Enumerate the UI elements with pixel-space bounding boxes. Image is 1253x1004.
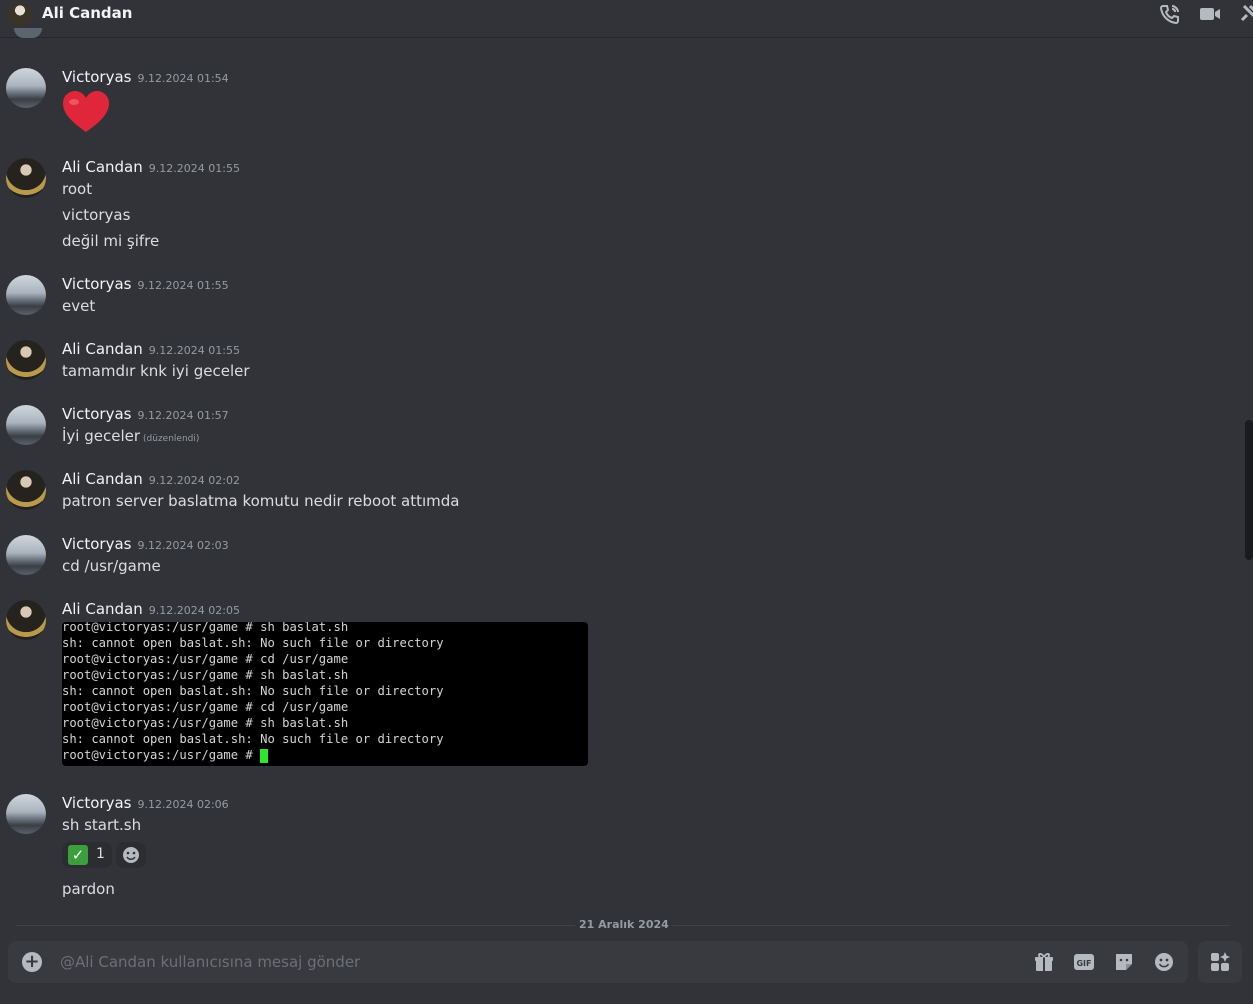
- sticker-icon[interactable]: [1113, 951, 1135, 973]
- message-text: victoryas: [62, 206, 131, 224]
- terminal-line: sh: cannot open baslat.sh: No such file …: [62, 636, 444, 650]
- avatar[interactable]: [6, 158, 46, 198]
- message-text: root: [62, 180, 93, 198]
- red-heart-emoji: [63, 91, 109, 132]
- message-text: değil mi şifre: [62, 232, 160, 250]
- edited-label: (düzenlendi): [143, 434, 200, 444]
- message-author[interactable]: Victoryas 9.12.2024 01:57: [62, 405, 229, 423]
- avatar[interactable]: [6, 340, 46, 380]
- message-timestamp: 9.12.2024 01:55: [148, 162, 240, 175]
- message-timestamp: 9.12.2024 01:57: [137, 409, 229, 422]
- message-author[interactable]: Ali Candan 9.12.2024 02:05: [62, 600, 240, 618]
- emoji-icon[interactable]: [1153, 951, 1175, 973]
- avatar[interactable]: [6, 405, 46, 445]
- svg-text:GIF: GIF: [1076, 959, 1091, 968]
- message-text: cd /usr/game: [62, 557, 161, 575]
- avatar[interactable]: [6, 535, 46, 575]
- avatar[interactable]: [6, 470, 46, 510]
- scrollbar[interactable]: [1245, 420, 1253, 560]
- message-text: pardon: [62, 880, 115, 898]
- terminal-prompt-line: root@victoryas:/usr/game #: [62, 747, 588, 763]
- message-text: sh start.sh: [62, 816, 142, 834]
- terminal-line: sh: cannot open baslat.sh: No such file …: [62, 732, 444, 746]
- message-timestamp: 9.12.2024 02:03: [137, 539, 229, 552]
- terminal-line: root@victoryas:/usr/game # cd /usr/game: [62, 700, 349, 714]
- emoji-icon: [123, 847, 139, 863]
- message-author[interactable]: Victoryas 9.12.2024 01:55: [62, 275, 229, 293]
- avatar[interactable]: [6, 794, 46, 834]
- date-divider-label: 21 Aralık 2024: [575, 918, 673, 931]
- reaction-check[interactable]: ✓ 1: [62, 842, 112, 868]
- message-author[interactable]: Ali Candan 9.12.2024 02:02: [62, 470, 240, 488]
- channel-title[interactable]: Ali Candan: [42, 4, 132, 22]
- terminal-line: root@victoryas:/usr/game # cd /usr/game: [62, 652, 349, 666]
- message-author[interactable]: Victoryas 9.12.2024 02:03: [62, 535, 229, 553]
- terminal-line: sh: cannot open baslat.sh: No such file …: [62, 684, 444, 698]
- message-composer: + @Ali Candan kullanıcısına mesaj gönder…: [8, 941, 1188, 983]
- message-timestamp: 9.12.2024 02:05: [148, 604, 240, 617]
- reaction-count: 1: [96, 846, 105, 862]
- avatar[interactable]: [6, 275, 46, 315]
- message-timestamp: 9.12.2024 01:54: [137, 72, 229, 85]
- header-avatar[interactable]: [8, 2, 32, 26]
- add-reaction-button[interactable]: [116, 842, 146, 868]
- avatar[interactable]: [6, 600, 46, 640]
- terminal-line: root@victoryas:/usr/game # sh baslat.sh: [62, 668, 349, 682]
- apps-button[interactable]: [1198, 941, 1242, 983]
- message-text: evet: [62, 297, 96, 315]
- voice-call-icon[interactable]: [1159, 4, 1181, 24]
- avatar[interactable]: [6, 68, 46, 108]
- gift-icon[interactable]: [1033, 951, 1055, 973]
- channel-header: Ali Candan: [0, 0, 1253, 38]
- white-check-mark-icon: ✓: [68, 845, 88, 865]
- apps-icon: [1211, 952, 1230, 971]
- message-author[interactable]: Ali Candan 9.12.2024 01:55: [62, 158, 240, 176]
- terminal-line: root@victoryas:/usr/game # sh baslat.sh: [62, 622, 349, 634]
- message-author[interactable]: Ali Candan 9.12.2024 01:55: [62, 340, 240, 358]
- message-timestamp: 9.12.2024 02:06: [137, 798, 229, 811]
- upload-plus-button[interactable]: +: [22, 952, 42, 972]
- message-text: tamamdır knk iyi geceler: [62, 362, 250, 380]
- message-text: İyi geceler (düzenlendi): [62, 427, 200, 445]
- terminal-line: root@victoryas:/usr/game # sh baslat.sh: [62, 716, 349, 730]
- video-call-icon[interactable]: [1199, 4, 1221, 24]
- message-author[interactable]: Victoryas 9.12.2024 02:06: [62, 794, 229, 812]
- message-timestamp: 9.12.2024 01:55: [137, 279, 229, 292]
- message-text: patron server baslatma komutu nedir rebo…: [62, 492, 460, 510]
- message-timestamp: 9.12.2024 01:55: [148, 344, 240, 357]
- message-timestamp: 9.12.2024 02:02: [148, 474, 240, 487]
- message-input[interactable]: @Ali Candan kullanıcısına mesaj gönder: [60, 953, 360, 971]
- terminal-cursor: [260, 748, 269, 763]
- pin-icon[interactable]: [1238, 4, 1253, 24]
- gif-icon[interactable]: GIF: [1073, 951, 1095, 973]
- terminal-screenshot-attachment[interactable]: root@victoryas:/usr/game # sh baslat.sh …: [62, 622, 588, 766]
- message-author[interactable]: Victoryas 9.12.2024 01:54: [62, 68, 229, 86]
